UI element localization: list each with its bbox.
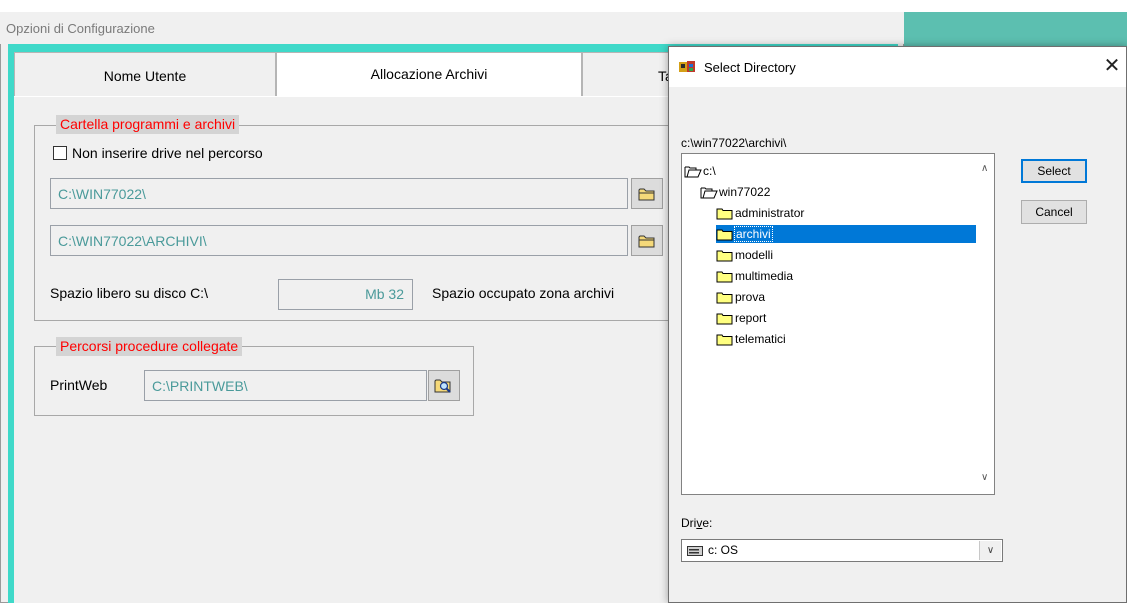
no-drive-checkbox[interactable] (53, 146, 67, 160)
select-button[interactable]: Select (1021, 159, 1087, 183)
chevron-down-icon[interactable]: ∨ (979, 541, 1001, 560)
no-drive-checkbox-label[interactable]: Non inserire drive nel percorso (72, 145, 263, 161)
drive-select-value: c: OS (708, 543, 739, 557)
cancel-button[interactable]: Cancel (1021, 200, 1087, 224)
folder-icon (716, 313, 733, 324)
browse-printweb-button[interactable] (428, 370, 460, 401)
linked-procedures-legend: Percorsi procedure collegate (56, 337, 243, 356)
scroll-down-icon[interactable]: ∨ (981, 472, 988, 483)
window-title: Opzioni di Configurazione (0, 12, 904, 44)
archives-path-field[interactable]: C:\WIN77022\ARCHIVI\ (50, 225, 628, 256)
occupied-space-label: Spazio occupato zona archivi (432, 285, 615, 301)
free-space-value: Mb 32 (278, 279, 413, 310)
folder-search-icon (434, 379, 451, 393)
tree-item[interactable]: win77022 (700, 183, 770, 201)
close-icon[interactable]: ✕ (1098, 54, 1126, 80)
tree-item-label: c:\ (703, 164, 716, 178)
tree-item-label: prova (735, 290, 766, 304)
tree-item[interactable]: multimedia (716, 267, 793, 285)
folder-icon (638, 235, 655, 247)
folder-icon (716, 250, 733, 261)
drive-label: Drive: (681, 516, 713, 530)
tree-item[interactable]: modelli (716, 246, 773, 264)
folder-icon (638, 188, 655, 200)
tree-item[interactable]: administrator (716, 204, 804, 222)
folder-icon (716, 271, 733, 282)
folder-icon (716, 229, 733, 240)
tree-item[interactable]: report (716, 309, 766, 327)
printweb-path-field[interactable]: C:\PRINTWEB\ (144, 370, 427, 401)
tree-item[interactable]: prova (716, 288, 765, 306)
drive-select[interactable]: c: OS (681, 539, 1003, 562)
tree-item-label: administrator (735, 206, 805, 220)
programs-path-field[interactable]: C:\WIN77022\ (50, 178, 628, 209)
tree-item-label: report (735, 311, 767, 325)
folder-icon (716, 334, 733, 345)
browse-programs-button[interactable] (631, 178, 663, 209)
free-space-label: Spazio libero su disco C:\ (50, 285, 208, 301)
tree-item-label: archivi (734, 226, 773, 242)
folder-icon (716, 292, 733, 303)
current-path-label: c:\win77022\archivi\ (681, 136, 787, 150)
archives-group-legend: Cartella programmi e archivi (56, 115, 240, 134)
tree-item-label: modelli (735, 248, 774, 262)
tab-allocazione-archivi[interactable]: Allocazione Archivi (276, 52, 582, 96)
folder-icon (716, 208, 733, 219)
tree-item[interactable]: c:\ (684, 162, 716, 180)
app-icon (679, 61, 695, 72)
tab-nome-utente[interactable]: Nome Utente (14, 52, 276, 96)
tree-item-label: telematici (735, 332, 786, 346)
tree-item[interactable]: archivi (716, 225, 976, 243)
tree-item-label: multimedia (735, 269, 794, 283)
drive-icon (687, 546, 703, 556)
open-folder-icon (700, 187, 718, 198)
browse-archives-button[interactable] (631, 225, 663, 256)
scroll-up-icon[interactable]: ∧ (981, 163, 988, 174)
open-folder-icon (684, 166, 702, 177)
dialog-title: Select Directory (704, 60, 796, 75)
printweb-label: PrintWeb (50, 377, 108, 393)
tree-scrollbar[interactable] (978, 154, 994, 494)
tree-item[interactable]: telematici (716, 330, 786, 348)
tree-item-label: win77022 (719, 185, 771, 199)
